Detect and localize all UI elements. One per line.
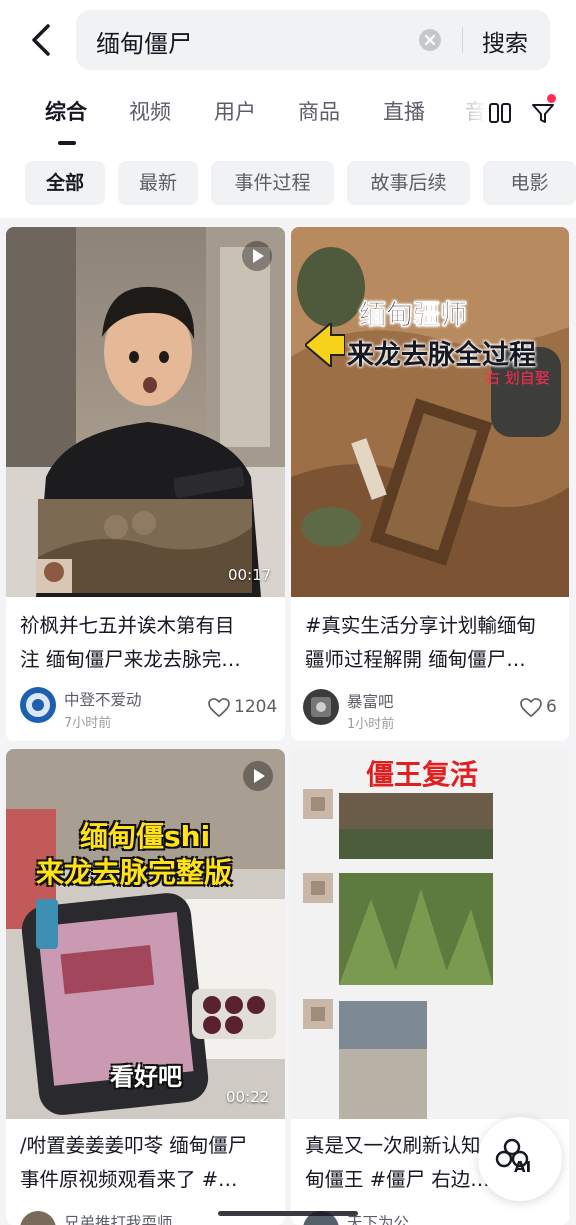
result-tabs: 综合 视频 用户 商品 直播 音 bbox=[0, 80, 576, 150]
thumbnail-title: 僵王复活 bbox=[366, 758, 479, 791]
post-time: 1小时前 bbox=[347, 717, 395, 732]
filter-notification-dot bbox=[547, 94, 556, 103]
chip-movie[interactable]: 电影 bbox=[483, 161, 576, 205]
card-caption-line1: /咐置姜姜姜叩苓 缅甸僵尸 bbox=[20, 1134, 248, 1157]
back-arrow-icon[interactable] bbox=[26, 22, 58, 58]
active-tab-indicator bbox=[58, 141, 76, 145]
play-icon bbox=[243, 761, 273, 791]
tab-users[interactable]: 用户 bbox=[214, 96, 256, 126]
search-divider bbox=[462, 27, 463, 53]
video-duration: 00:17 bbox=[228, 566, 272, 584]
card-caption-line1: 祄枫并七五并诶木第有目 bbox=[20, 614, 235, 637]
result-card[interactable]: 00:17 祄枫并七五并诶木第有目 注 缅甸僵尸来龙去脉完… 中登不爱动 7小时… bbox=[6, 227, 285, 741]
author-name[interactable]: 兄弟推打我耍师 bbox=[64, 1211, 173, 1225]
left-arrow-graphic bbox=[305, 323, 345, 367]
video-thumbnail[interactable] bbox=[6, 227, 285, 597]
avatar[interactable] bbox=[20, 687, 56, 723]
video-duration: 00:22 bbox=[226, 1088, 270, 1106]
search-input[interactable]: 缅甸僵尸 搜索 bbox=[76, 10, 550, 70]
card-caption-line1: #真实生活分享计划輸缅甸 bbox=[305, 614, 536, 637]
search-button[interactable]: 搜索 bbox=[482, 24, 528, 58]
chip-follow-up[interactable]: 故事后续 bbox=[347, 161, 470, 205]
search-query[interactable]: 缅甸僵尸 bbox=[96, 24, 192, 59]
ai-assistant-button[interactable]: AI bbox=[478, 1117, 562, 1201]
card-caption-line2: 疆师过程解開 缅甸僵尸… bbox=[305, 648, 526, 671]
tab-live[interactable]: 直播 bbox=[383, 96, 425, 126]
result-card[interactable]: 缅甸僵shi 来龙去脉完整版 看好吧 00:22 /咐置姜姜姜叩苓 缅甸僵尸 事… bbox=[6, 749, 285, 1225]
heart-icon[interactable] bbox=[520, 698, 542, 718]
avatar[interactable] bbox=[20, 1211, 56, 1225]
tab-products[interactable]: 商品 bbox=[298, 96, 340, 126]
thumbnail-title-line2: 来龙去脉完整版 bbox=[36, 856, 233, 889]
ai-label: AI bbox=[514, 1158, 532, 1176]
thumbnail-title-line1: 缅甸疆师 bbox=[359, 300, 468, 332]
card-caption-line2: 事件原视频观看来了 #… bbox=[20, 1168, 238, 1191]
clear-icon[interactable] bbox=[419, 29, 441, 51]
chip-event-process[interactable]: 事件过程 bbox=[211, 161, 334, 205]
video-thumbnail[interactable] bbox=[291, 227, 569, 597]
thumbnail-title-line1: 缅甸僵shi bbox=[80, 820, 211, 853]
avatar[interactable] bbox=[303, 689, 339, 725]
like-count: 6 bbox=[546, 697, 557, 717]
play-icon bbox=[242, 241, 272, 271]
search-header: 缅甸僵尸 搜索 bbox=[0, 0, 576, 80]
author-name[interactable]: 中登不爱动 bbox=[64, 688, 142, 710]
card-caption-line2: 注 缅甸僵尸来龙去脉完… bbox=[20, 648, 241, 671]
tab-all[interactable]: 综合 bbox=[45, 96, 87, 126]
thumbnail-bottom-text: 看好吧 bbox=[110, 1063, 182, 1091]
like-count: 1204 bbox=[234, 697, 278, 717]
home-indicator bbox=[218, 1211, 358, 1216]
filter-icon[interactable] bbox=[530, 100, 556, 126]
chip-all[interactable]: 全部 bbox=[25, 161, 105, 205]
heart-icon[interactable] bbox=[208, 698, 230, 718]
post-time: 7小时前 bbox=[64, 716, 112, 731]
video-thumbnail[interactable] bbox=[291, 749, 569, 1119]
layout-toggle-icon[interactable] bbox=[487, 100, 513, 126]
result-card[interactable]: 缅甸疆师 来龙去脉全过程 右 划自娶 #真实生活分享计划輸缅甸 疆师过程解開 缅… bbox=[291, 227, 569, 741]
tab-video[interactable]: 视频 bbox=[129, 96, 171, 126]
filter-chips: 全部 最新 事件过程 故事后续 电影 bbox=[0, 150, 576, 218]
author-name[interactable]: 暴富吧 bbox=[347, 690, 394, 712]
chip-latest[interactable]: 最新 bbox=[118, 161, 198, 205]
thumbnail-corner-text: 右 划自娶 bbox=[485, 369, 550, 387]
